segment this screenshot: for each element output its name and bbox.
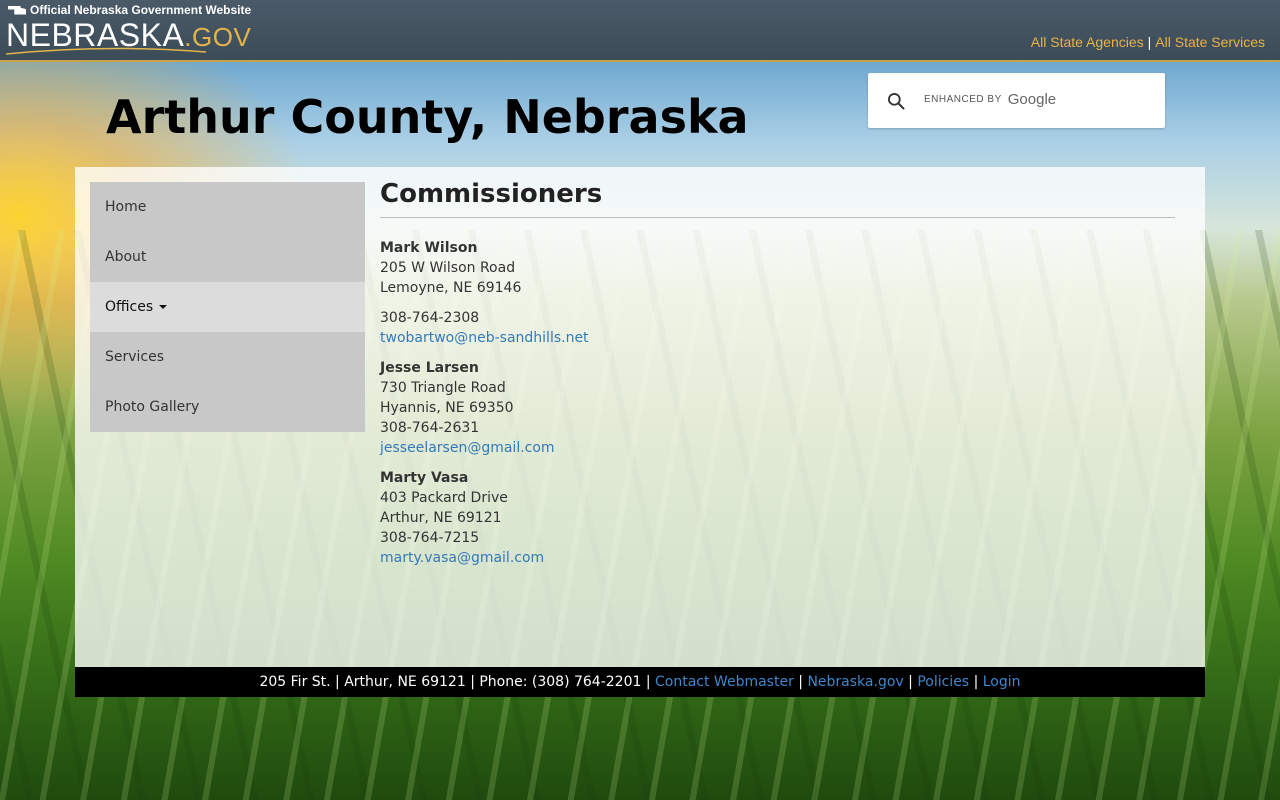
footer-separator: | (798, 674, 803, 690)
sidebar-item-photo-gallery[interactable]: Photo Gallery (90, 382, 365, 432)
all-state-agencies-link[interactable]: All State Agencies (1031, 34, 1144, 50)
commissioner-name: Jesse Larsen (380, 360, 479, 376)
sidebar-nav: Home About Offices Services Photo Galler… (90, 182, 365, 432)
commissioner-email-link[interactable]: marty.vasa@gmail.com (380, 548, 1175, 568)
contact-webmaster-link[interactable]: Contact Webmaster (655, 674, 794, 690)
main-content: Commissioners Mark Wilson 205 W Wilson R… (380, 179, 1175, 568)
sidebar-item-offices[interactable]: Offices (90, 282, 365, 332)
commissioner-phone: 308-764-7215 (380, 530, 480, 546)
commissioner-phone: 308-764-2308 (380, 310, 480, 326)
caret-down-icon (159, 305, 168, 309)
policies-link[interactable]: Policies (917, 674, 969, 690)
commissioner-address-line1: 730 Triangle Road (380, 380, 506, 396)
commissioner-phone: 308-764-2631 (380, 420, 480, 436)
sidebar-item-about[interactable]: About (90, 232, 365, 282)
sidebar-item-label: Offices (105, 299, 154, 315)
footer-separator: | (908, 674, 913, 690)
commissioner-address-line2: Arthur, NE 69121 (380, 510, 502, 526)
nebraska-gov-logo[interactable]: NEBRASKA.GOV (6, 17, 251, 55)
commissioner-entry: Marty Vasa 403 Packard Drive Arthur, NE … (380, 468, 1175, 568)
sidebar-item-services[interactable]: Services (90, 332, 365, 382)
sidebar-item-label: Services (105, 349, 165, 365)
commissioner-name: Marty Vasa (380, 470, 469, 486)
commissioner-address-line1: 403 Packard Drive (380, 490, 508, 506)
page-title: Arthur County, Nebraska (106, 90, 749, 144)
top-links-separator: | (1147, 34, 1152, 50)
commissioner-entry: Mark Wilson 205 W Wilson Road Lemoyne, N… (380, 238, 1175, 348)
search-input[interactable] (923, 87, 1147, 117)
nebraska-gov-link[interactable]: Nebraska.gov (807, 674, 903, 690)
sidebar-item-label: About (105, 249, 147, 265)
google-search-box: ENHANCED BY Google (868, 73, 1165, 128)
top-links: All State Agencies | All State Services (1031, 34, 1265, 50)
sidebar-item-label: Photo Gallery (105, 399, 200, 415)
commissioner-email-link[interactable]: twobartwo@neb-sandhills.net (380, 328, 1175, 348)
all-state-services-link[interactable]: All State Services (1155, 34, 1265, 50)
logo-swoosh-icon (6, 47, 206, 55)
commissioner-address-line1: 205 W Wilson Road (380, 260, 516, 276)
commissioner-name: Mark Wilson (380, 240, 478, 256)
section-heading: Commissioners (380, 179, 1175, 218)
official-site-text: Official Nebraska Government Website (30, 3, 252, 17)
footer-address: 205 Fir St. | Arthur, NE 69121 | Phone: … (259, 674, 651, 690)
commissioner-entry: Jesse Larsen 730 Triangle Road Hyannis, … (380, 358, 1175, 458)
commissioner-email-link[interactable]: jesseelarsen@gmail.com (380, 438, 1175, 458)
footer-separator: | (973, 674, 979, 690)
commissioner-address-line2: Lemoyne, NE 69146 (380, 280, 522, 296)
content-panel: Home About Offices Services Photo Galler… (75, 167, 1205, 667)
site-footer: 205 Fir St. | Arthur, NE 69121 | Phone: … (75, 667, 1205, 697)
search-icon[interactable] (886, 91, 906, 111)
login-link[interactable]: Login (983, 674, 1021, 690)
state-header-bar: Official Nebraska Government Website NEB… (0, 0, 1280, 62)
official-site-label: Official Nebraska Government Website (8, 3, 251, 17)
commissioner-address-line2: Hyannis, NE 69350 (380, 400, 514, 416)
sidebar-item-label: Home (105, 199, 147, 215)
sidebar-item-home[interactable]: Home (90, 182, 365, 232)
nebraska-state-icon (8, 5, 26, 15)
